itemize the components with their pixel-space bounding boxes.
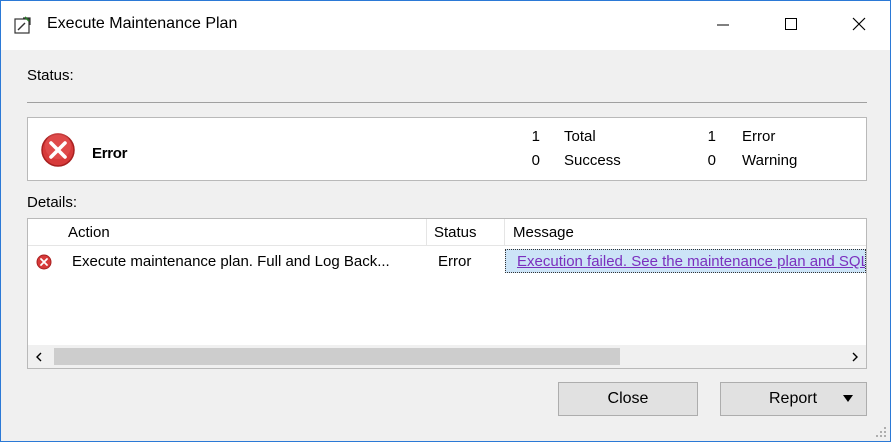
scroll-left-button[interactable] [28, 345, 50, 368]
status-label: Status: [27, 67, 74, 84]
column-header-action[interactable]: Action [68, 224, 110, 241]
close-window-button[interactable] [831, 1, 887, 50]
error-icon [36, 254, 52, 270]
success-count: 0 [531, 152, 540, 169]
title-bar[interactable]: Execute Maintenance Plan [1, 1, 890, 50]
success-label: Success [564, 152, 621, 169]
error-label: Error [742, 128, 776, 145]
resize-grip-icon[interactable] [875, 425, 887, 437]
table-row[interactable]: Execute maintenance plan. Full and Log B… [28, 247, 866, 276]
scroll-right-button[interactable] [844, 345, 866, 368]
row-message-link[interactable]: Execution failed. See the maintenance pl… [517, 253, 865, 270]
column-header-message[interactable]: Message [513, 224, 574, 241]
execute-maintenance-plan-dialog: Execute Maintenance Plan Status: Error 1… [0, 0, 891, 442]
maximize-button[interactable] [763, 1, 819, 50]
grid-header: Action Status Message [28, 219, 866, 246]
minimize-icon [716, 17, 730, 35]
status-summary-panel: Error 1 Total 0 Success 1 Error 0 Warnin… [27, 117, 867, 181]
report-button-label: Report [769, 390, 818, 407]
row-status: Error [438, 253, 472, 270]
chevron-left-icon [35, 349, 43, 365]
status-separator [27, 102, 867, 103]
maintenance-plan-icon [13, 15, 33, 35]
close-button[interactable]: Close [558, 382, 698, 416]
status-state-text: Error [92, 145, 128, 162]
maximize-icon [784, 17, 798, 35]
scrollbar-thumb[interactable] [54, 348, 620, 365]
error-icon [40, 132, 76, 168]
window-title: Execute Maintenance Plan [47, 15, 238, 32]
minimize-button[interactable] [695, 1, 751, 50]
row-action: Execute maintenance plan. Full and Log B… [72, 253, 390, 270]
column-divider[interactable] [504, 219, 505, 246]
column-header-status[interactable]: Status [434, 224, 477, 241]
chevron-right-icon [851, 349, 859, 365]
column-divider[interactable] [426, 219, 427, 246]
warning-count: 0 [707, 152, 716, 169]
details-label: Details: [27, 194, 78, 211]
total-count: 1 [531, 128, 540, 145]
dropdown-arrow-icon[interactable] [843, 395, 853, 402]
close-icon [852, 17, 866, 35]
row-message-cell[interactable]: Execution failed. See the maintenance pl… [505, 249, 866, 273]
warning-label: Warning [742, 152, 798, 169]
horizontal-scrollbar[interactable] [28, 345, 866, 368]
error-count: 1 [707, 128, 716, 145]
total-label: Total [564, 128, 596, 145]
report-button[interactable]: Report [720, 382, 867, 416]
details-grid[interactable]: Action Status Message Execute maintenanc… [27, 218, 867, 369]
